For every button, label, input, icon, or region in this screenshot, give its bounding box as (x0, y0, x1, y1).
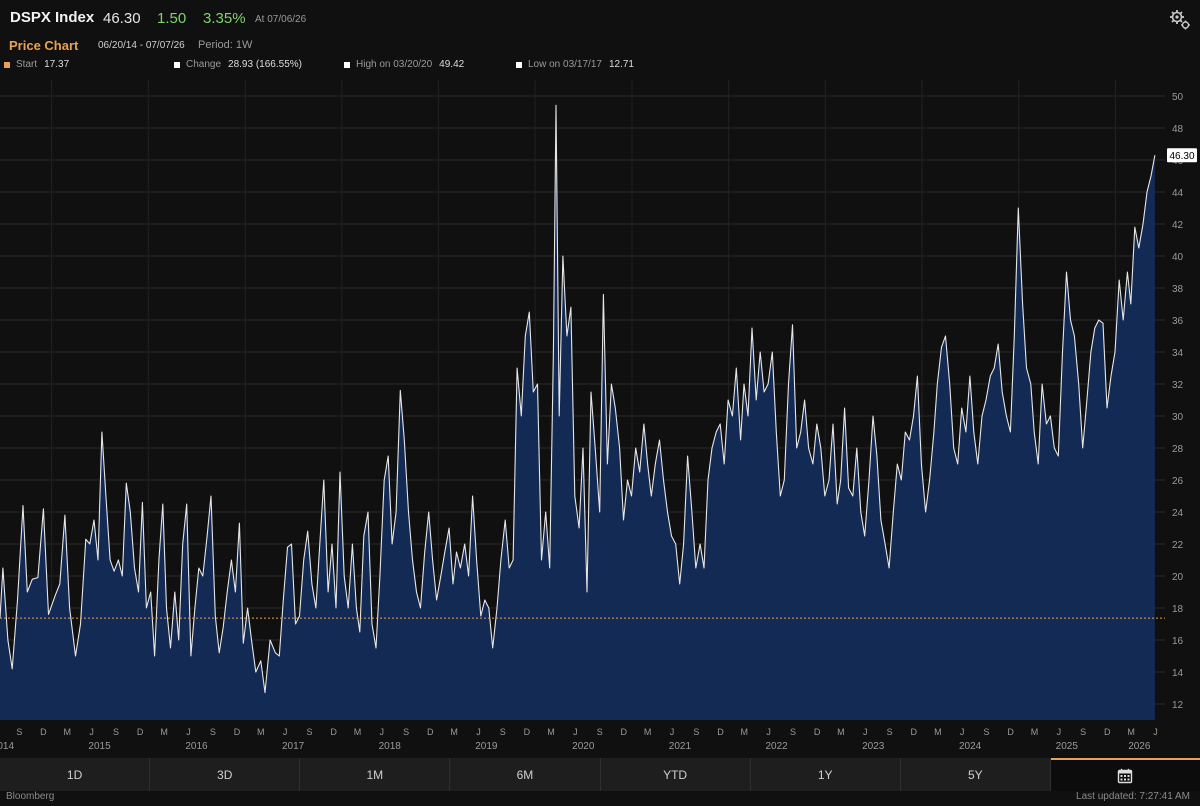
y-tick-label: 44 (1172, 188, 1184, 199)
x-year-label: 2021 (669, 741, 692, 752)
x-year-label: 2017 (282, 741, 305, 752)
x-month-label: J (89, 727, 94, 737)
x-month-label: S (307, 727, 313, 737)
y-tick-label: 14 (1172, 668, 1184, 679)
y-tick-label: 24 (1172, 508, 1184, 519)
x-month-label: M (354, 727, 362, 737)
x-month-label: D (524, 727, 531, 737)
x-month-label: D (427, 727, 434, 737)
x-month-label: D (137, 727, 144, 737)
x-month-label: S (16, 727, 22, 737)
y-tick-label: 28 (1172, 444, 1184, 455)
tab-1y[interactable]: 1Y (751, 758, 901, 791)
x-month-label: D (1104, 727, 1111, 737)
x-month-label: S (790, 727, 796, 737)
brand-label: Bloomberg (6, 791, 55, 802)
x-year-label: 2016 (185, 741, 208, 752)
x-month-label: S (1080, 727, 1086, 737)
x-year-label: 2026 (1128, 741, 1151, 752)
x-month-label: M (257, 727, 265, 737)
x-month-label: S (693, 727, 699, 737)
x-month-label: D (1007, 727, 1014, 737)
x-month-label: D (621, 727, 628, 737)
y-tick-label: 50 (1172, 92, 1184, 103)
x-month-label: D (234, 727, 241, 737)
tab-1m[interactable]: 1M (300, 758, 451, 791)
price-chart[interactable]: 1214161820222426283032343638404244464850… (0, 0, 1200, 756)
x-month-label: S (403, 727, 409, 737)
x-month-label: M (837, 727, 845, 737)
x-month-label: J (573, 727, 578, 737)
x-month-label: J (960, 727, 965, 737)
x-year-label: 2022 (765, 741, 788, 752)
x-month-label: J (766, 727, 771, 737)
x-month-label: J (476, 727, 481, 737)
x-month-label: S (887, 727, 893, 737)
tab-5y[interactable]: 5Y (901, 758, 1051, 791)
y-tick-label: 42 (1172, 220, 1184, 231)
x-month-label: M (547, 727, 555, 737)
y-tick-label: 22 (1172, 540, 1184, 551)
x-month-label: J (283, 727, 288, 737)
x-month-label: J (863, 727, 868, 737)
x-month-label: D (717, 727, 724, 737)
last-value-label: 46.30 (1169, 151, 1194, 162)
x-year-label: 2015 (88, 741, 111, 752)
x-month-label: J (380, 727, 385, 737)
x-year-label: 2023 (862, 741, 885, 752)
x-month-label: S (597, 727, 603, 737)
y-tick-label: 48 (1172, 124, 1184, 135)
x-year-label: 2014 (0, 741, 14, 752)
tab-6m[interactable]: 6M (450, 758, 601, 791)
x-month-label: S (984, 727, 990, 737)
x-month-label: M (741, 727, 749, 737)
tab-ytd[interactable]: YTD (601, 758, 751, 791)
y-tick-label: 36 (1172, 316, 1184, 327)
x-month-label: M (1031, 727, 1039, 737)
y-tick-label: 38 (1172, 284, 1184, 295)
tab-1d[interactable]: 1D (0, 758, 151, 791)
x-year-label: 2024 (959, 741, 982, 752)
y-tick-label: 26 (1172, 476, 1184, 487)
x-year-label: 2019 (475, 741, 498, 752)
y-tick-label: 16 (1172, 636, 1184, 647)
y-tick-label: 20 (1172, 572, 1184, 583)
x-year-label: 2025 (1056, 741, 1079, 752)
x-year-label: 2018 (379, 741, 402, 752)
calendar-icon (1118, 768, 1133, 783)
x-month-label: M (1127, 727, 1135, 737)
x-month-label: J (1057, 727, 1062, 737)
x-month-label: S (113, 727, 119, 737)
x-month-label: S (500, 727, 506, 737)
y-tick-label: 12 (1172, 700, 1184, 711)
last-updated: Last updated: 7:27:41 AM (1076, 791, 1190, 802)
x-month-label: D (330, 727, 337, 737)
x-month-label: S (210, 727, 216, 737)
period-tabs: 1D 3D 1M 6M YTD 1Y 5Y (0, 758, 1200, 791)
x-month-label: D (40, 727, 47, 737)
y-tick-label: 34 (1172, 348, 1184, 359)
x-month-label: J (186, 727, 191, 737)
x-month-label: J (670, 727, 675, 737)
y-tick-label: 32 (1172, 380, 1184, 391)
series-area (0, 105, 1155, 721)
x-month-label: M (450, 727, 458, 737)
x-month-label: M (644, 727, 652, 737)
x-month-label: D (910, 727, 917, 737)
y-tick-label: 40 (1172, 252, 1184, 263)
x-month-label: M (160, 727, 168, 737)
y-tick-label: 30 (1172, 412, 1184, 423)
tab-3d[interactable]: 3D (150, 758, 301, 791)
x-month-label: D (814, 727, 821, 737)
x-month-label: M (64, 727, 72, 737)
x-year-label: 2020 (572, 741, 595, 752)
x-month-label: J (1153, 727, 1158, 737)
tab-custom-range[interactable] (1050, 758, 1200, 791)
x-month-label: M (934, 727, 942, 737)
y-tick-label: 18 (1172, 604, 1184, 615)
